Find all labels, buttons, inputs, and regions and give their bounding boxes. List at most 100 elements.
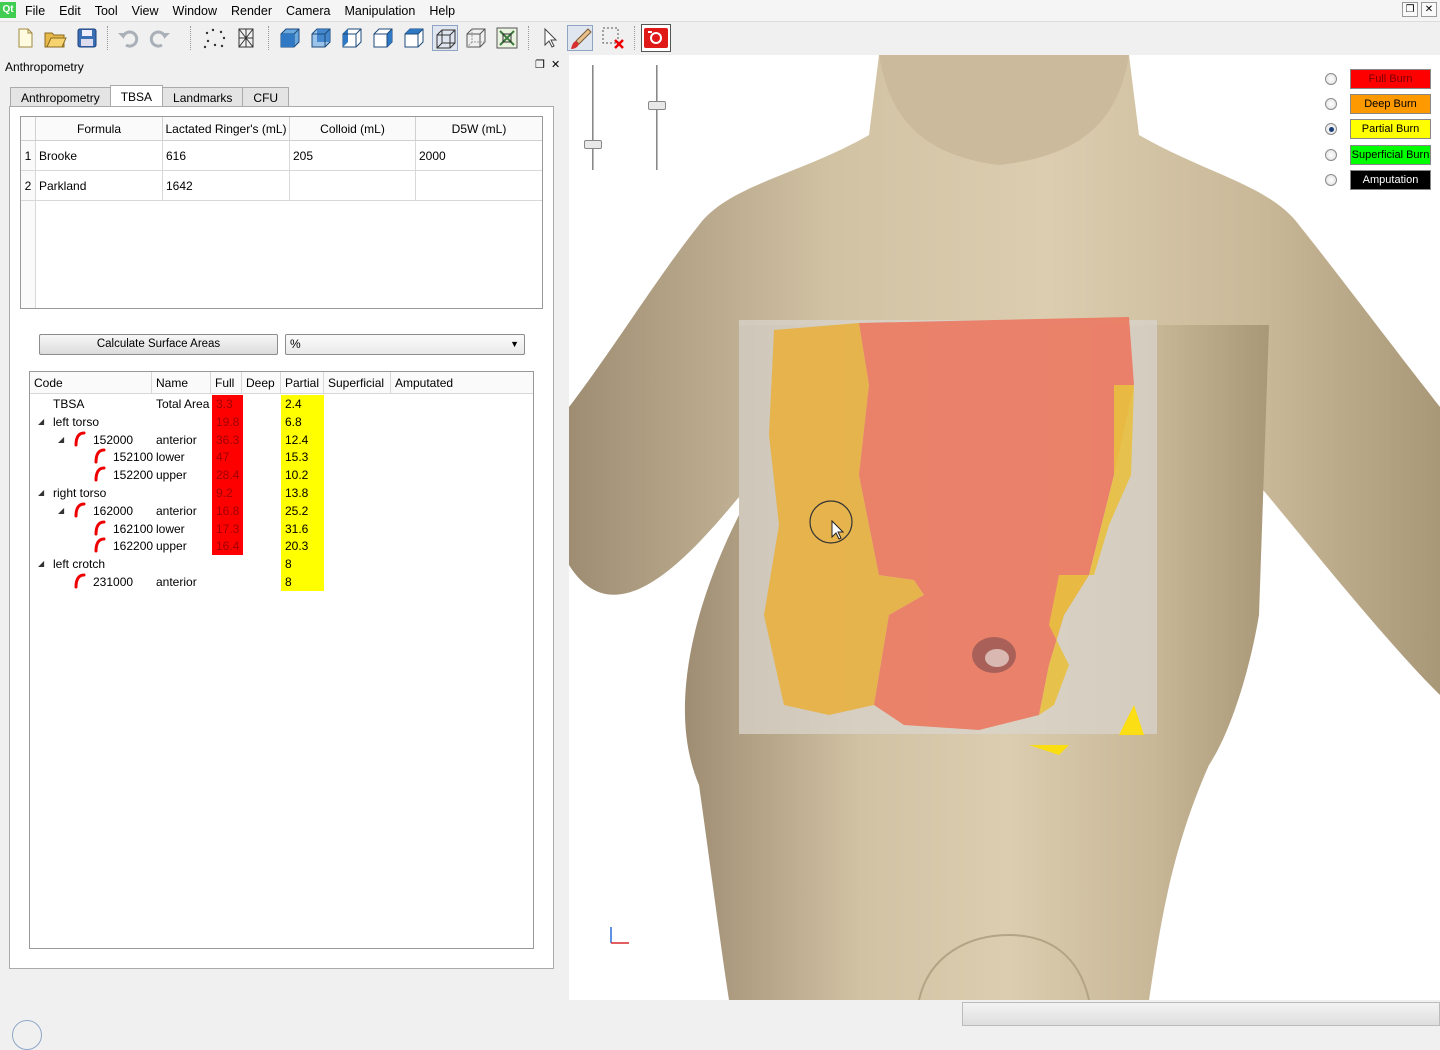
- menu-file[interactable]: File: [18, 0, 52, 22]
- legend-deep-burn[interactable]: Deep Burn: [1325, 94, 1435, 114]
- tree-row[interactable]: ◢ 152000 anterior 36.3 12.4: [30, 430, 533, 449]
- cube-back-icon[interactable]: [308, 25, 334, 51]
- partial-burn-radio[interactable]: [1325, 123, 1337, 135]
- point-cloud-icon[interactable]: [202, 25, 228, 51]
- table-cell[interactable]: 2000: [416, 141, 542, 171]
- open-folder-icon[interactable]: [42, 25, 68, 51]
- table-cell[interactable]: [290, 171, 416, 201]
- amputation-label[interactable]: Amputation: [1350, 170, 1431, 190]
- opacity-slider-handle[interactable]: [584, 140, 602, 149]
- restore-window-icon[interactable]: ❐: [1402, 2, 1418, 17]
- legend-full-burn[interactable]: Full Burn: [1325, 69, 1435, 89]
- tree-row[interactable]: ◢ left crotch 8: [30, 555, 533, 574]
- tree-row[interactable]: ◢ 162000 anterior 16.8 25.2: [30, 501, 533, 520]
- new-file-icon[interactable]: [12, 25, 38, 51]
- 3d-viewport[interactable]: Full Burn Deep Burn Partial Burn Superfi…: [569, 55, 1440, 1000]
- menu-manipulation[interactable]: Manipulation: [337, 0, 422, 22]
- tree-row[interactable]: TBSA Total Area 3.3 2.4: [30, 395, 533, 413]
- table-cell[interactable]: 616: [163, 141, 290, 171]
- brush-size-slider-handle[interactable]: [648, 101, 666, 110]
- camera-snapshot-icon[interactable]: [641, 24, 671, 52]
- cube-wireframe-icon[interactable]: [432, 25, 458, 51]
- menu-help[interactable]: Help: [422, 0, 462, 22]
- cube-transparent-icon[interactable]: [463, 25, 489, 51]
- cube-left-icon[interactable]: [339, 25, 365, 51]
- column-header[interactable]: Full: [211, 372, 242, 394]
- column-header[interactable]: Lactated Ringer's (mL): [163, 117, 290, 141]
- column-header[interactable]: Superficial: [324, 372, 391, 394]
- tab-tbsa[interactable]: TBSA: [109, 85, 164, 106]
- tree-row[interactable]: ◢ right torso 9.2 13.8: [30, 484, 533, 502]
- redo-icon[interactable]: [147, 25, 173, 51]
- body-model[interactable]: [569, 55, 1440, 1000]
- partial-burn-label[interactable]: Partial Burn: [1350, 119, 1431, 139]
- expand-arrow-icon[interactable]: ◢: [58, 431, 64, 449]
- full-burn-radio[interactable]: [1325, 73, 1337, 85]
- deep-burn-label[interactable]: Deep Burn: [1350, 94, 1431, 114]
- expand-arrow-icon[interactable]: ◢: [38, 413, 44, 431]
- menu-camera[interactable]: Camera: [279, 0, 337, 22]
- cube-right-icon[interactable]: [370, 25, 396, 51]
- dock-close-icon[interactable]: ✕: [551, 58, 560, 71]
- column-header[interactable]: Formula: [36, 117, 163, 141]
- full-burn-label[interactable]: Full Burn: [1350, 69, 1431, 89]
- column-header[interactable]: Partial: [281, 372, 324, 394]
- brush-size-slider-track[interactable]: [656, 65, 658, 170]
- deep-burn-radio[interactable]: [1325, 98, 1337, 110]
- expand-arrow-icon[interactable]: ◢: [38, 555, 44, 573]
- tab-bar: Anthropometry TBSA Landmarks CFU: [10, 85, 290, 107]
- table-cell[interactable]: [416, 171, 542, 201]
- delete-selection-icon[interactable]: [600, 25, 626, 51]
- undo-icon[interactable]: [115, 25, 141, 51]
- unit-select[interactable]: % ▼: [285, 334, 525, 355]
- legend-partial-burn[interactable]: Partial Burn: [1325, 119, 1435, 139]
- column-header[interactable]: Amputated: [391, 372, 533, 394]
- menu-window[interactable]: Window: [166, 0, 224, 22]
- column-header[interactable]: Name: [152, 372, 211, 394]
- menu-tool[interactable]: Tool: [88, 0, 125, 22]
- tree-row[interactable]: 162200 upper 16.4 20.3: [30, 537, 533, 556]
- legend-amputation[interactable]: Amputation: [1325, 170, 1435, 190]
- opacity-slider-track[interactable]: [592, 65, 594, 170]
- column-header[interactable]: Code: [30, 372, 152, 394]
- calculate-surface-areas-button[interactable]: Calculate Surface Areas: [39, 334, 278, 355]
- pointer-icon[interactable]: [537, 25, 563, 51]
- menu-view[interactable]: View: [125, 0, 166, 22]
- column-header[interactable]: D5W (mL): [416, 117, 542, 141]
- toolbar: [0, 22, 1440, 54]
- tree-row[interactable]: 152100 lower 47 15.3: [30, 448, 533, 467]
- table-cell[interactable]: 1642: [163, 171, 290, 201]
- cube-front-icon[interactable]: [277, 25, 303, 51]
- tree-row[interactable]: 231000 anterior 8: [30, 573, 533, 591]
- tree-cell-full: 28.4: [212, 466, 243, 485]
- fit-view-icon[interactable]: [494, 25, 520, 51]
- mesh-icon[interactable]: [233, 25, 259, 51]
- expand-arrow-icon[interactable]: ◢: [38, 484, 44, 502]
- table-row[interactable]: 1 Brooke 616 205 2000: [21, 141, 542, 171]
- column-header[interactable]: Deep: [242, 372, 281, 394]
- tree-row[interactable]: 152200 upper 28.4 10.2: [30, 466, 533, 485]
- table-cell[interactable]: 205: [290, 141, 416, 171]
- dock-float-icon[interactable]: ❐: [535, 58, 545, 71]
- menu-render[interactable]: Render: [224, 0, 279, 22]
- menu-edit[interactable]: Edit: [52, 0, 88, 22]
- table-cell[interactable]: Parkland: [36, 171, 163, 201]
- tab-landmarks[interactable]: Landmarks: [162, 87, 244, 107]
- superficial-burn-label[interactable]: Superficial Burn: [1350, 145, 1431, 165]
- tab-anthropometry[interactable]: Anthropometry: [10, 87, 111, 107]
- tab-cfu[interactable]: CFU: [242, 87, 290, 107]
- column-header[interactable]: Colloid (mL): [290, 117, 416, 141]
- superficial-burn-radio[interactable]: [1325, 149, 1337, 161]
- table-cell[interactable]: Brooke: [36, 141, 163, 171]
- table-row[interactable]: 2 Parkland 1642: [21, 171, 542, 201]
- legend-superficial-burn[interactable]: Superficial Burn: [1325, 145, 1435, 165]
- toolbar-separator: [190, 26, 191, 50]
- tree-row[interactable]: ◢ left torso 19.8 6.8: [30, 412, 533, 431]
- tree-row[interactable]: 162100 lower 17.3 31.6: [30, 519, 533, 538]
- cube-top-icon[interactable]: [401, 25, 427, 51]
- paint-brush-icon[interactable]: [567, 25, 593, 51]
- amputation-radio[interactable]: [1325, 174, 1337, 186]
- save-icon[interactable]: [74, 25, 100, 51]
- close-window-icon[interactable]: ✕: [1421, 2, 1437, 17]
- expand-arrow-icon[interactable]: ◢: [58, 502, 64, 520]
